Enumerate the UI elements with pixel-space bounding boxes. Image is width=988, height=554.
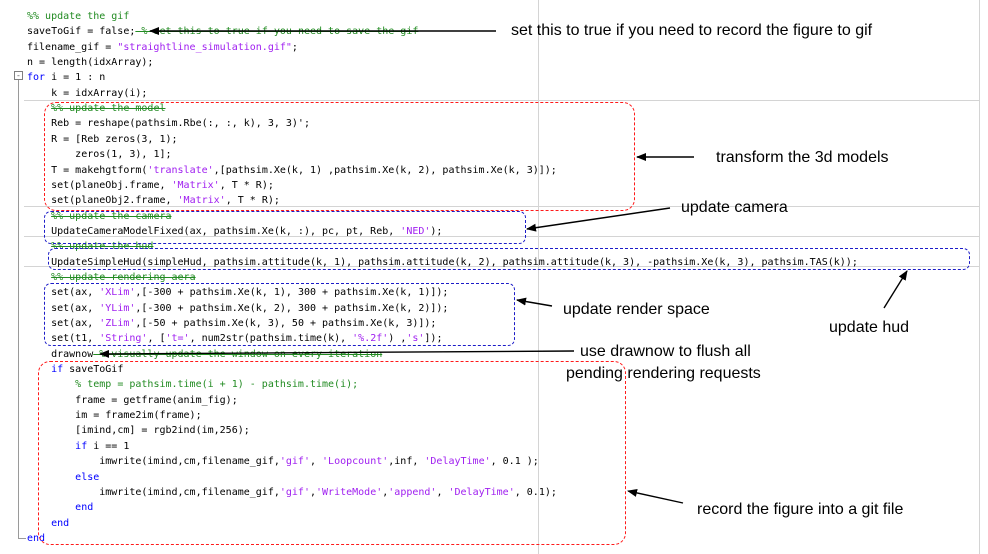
annotation-hud: update hud	[829, 319, 910, 336]
arrow-render	[516, 297, 553, 307]
annotation-arrows	[99, 27, 908, 504]
annotation-camera: update camera	[681, 199, 788, 216]
arrow-camera	[526, 207, 671, 232]
annotation-transform: transform the 3d models	[716, 149, 889, 166]
code-editor[interactable]: - %% update the gif saveToGif = false; % …	[0, 0, 988, 554]
annotation-drawnow-1: use drawnow to flush all	[580, 343, 751, 360]
annotation-render-space: update render space	[563, 301, 710, 318]
annotation-drawnow-2: pending rendering requests	[566, 365, 761, 382]
annotation-record: record the figure into a git file	[697, 501, 904, 518]
arrow-hud	[883, 270, 908, 309]
annotation-save-gif: set this to true if you need to record t…	[511, 22, 873, 39]
arrow-drawnow	[99, 349, 575, 358]
arrow-record	[627, 489, 684, 504]
